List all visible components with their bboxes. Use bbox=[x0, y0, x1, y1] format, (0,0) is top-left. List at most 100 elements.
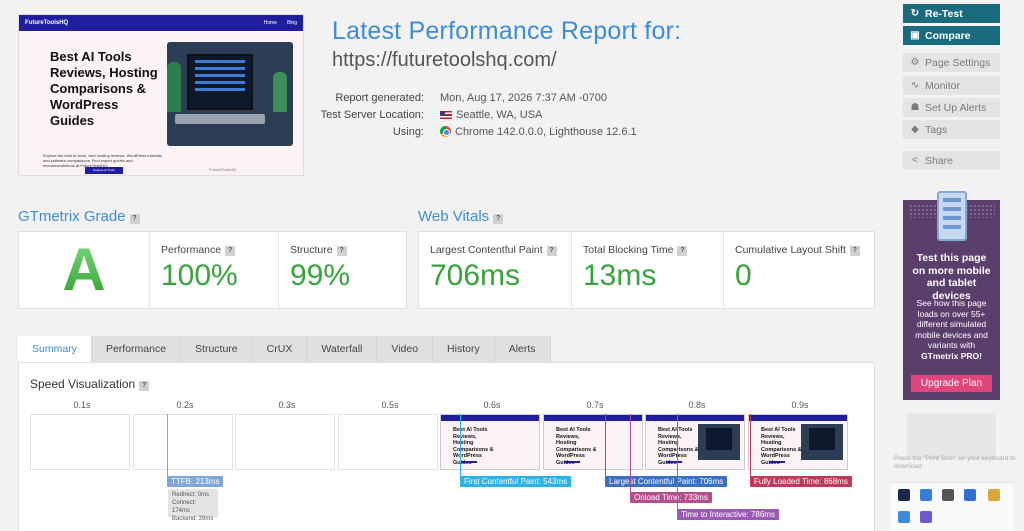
help-icon[interactable]: ? bbox=[336, 246, 347, 256]
tbt-value: 13ms bbox=[583, 259, 657, 292]
cls-label: Cumulative Layout Shift? bbox=[735, 244, 860, 256]
us-flag-icon bbox=[440, 111, 452, 119]
tab-structure[interactable]: Structure bbox=[181, 336, 253, 362]
performance-label-text: Performance bbox=[161, 244, 222, 256]
help-icon[interactable]: ? bbox=[677, 246, 688, 256]
filmstrip-frame-blank bbox=[338, 414, 438, 470]
retest-label: Re-Test bbox=[925, 7, 963, 20]
fully-loaded-marker-line bbox=[750, 414, 751, 478]
share-label: Share bbox=[925, 154, 954, 167]
performance-value: 100% bbox=[161, 259, 238, 292]
server-location-row: Test Server Location: Seattle, WA, USA bbox=[0, 109, 700, 123]
tab-video[interactable]: Video bbox=[377, 336, 434, 362]
thumbnail-nav-home: Home bbox=[263, 20, 277, 26]
meta-key: Using: bbox=[392, 126, 424, 138]
vitals-panel: Largest Contentful Paint? 706ms Total Bl… bbox=[418, 231, 875, 309]
promo-headline: Test this page on more mobile and tablet… bbox=[912, 252, 991, 302]
speed-visualization-title: Speed Visualization? bbox=[30, 377, 150, 391]
tag-icon: ◆ bbox=[911, 124, 919, 135]
chrome-icon[interactable] bbox=[988, 489, 1000, 501]
tab-summary[interactable]: Summary bbox=[18, 336, 92, 362]
help-icon[interactable]: ? bbox=[225, 246, 236, 256]
promo-body-text: See how this page loads on over 55+ diff… bbox=[915, 298, 988, 350]
filmstrip-frame: Best AI Tools Reviews, Hosting Compariso… bbox=[645, 414, 745, 470]
browser-value: Chrome 142.0.0.0, Lighthouse 12.6.1 bbox=[455, 126, 637, 138]
grade-section-title: GTmetrix Grade? bbox=[18, 208, 140, 225]
monitor-button[interactable]: ∿ Monitor bbox=[903, 76, 1000, 95]
cls-value: 0 bbox=[735, 259, 752, 292]
tab-alerts[interactable]: Alerts bbox=[494, 336, 551, 362]
cls-label-text: Cumulative Layout Shift bbox=[735, 244, 846, 256]
timeline-tick: 0.2s bbox=[176, 400, 194, 410]
fcp-marker-label: First Contentful Paint: 543ms bbox=[460, 476, 572, 487]
meta-value: Seattle, WA, USA bbox=[440, 109, 542, 121]
gear-icon: ⚙ bbox=[910, 57, 920, 68]
cls-cell: Cumulative Layout Shift? 0 bbox=[723, 232, 875, 308]
timeline-tick: 0.3s bbox=[278, 400, 296, 410]
structure-value: 99% bbox=[290, 259, 351, 292]
alerts-icon: ☗ bbox=[910, 102, 920, 113]
grade-letter-text: A bbox=[62, 236, 106, 303]
grade-panel: A Performance? 100% Structure? 99% bbox=[18, 231, 407, 309]
fully-loaded-marker-label: Fully Loaded Time: 868ms bbox=[750, 476, 852, 487]
upgrade-plan-button[interactable]: Upgrade Plan bbox=[911, 375, 992, 392]
laptop-illustration bbox=[698, 424, 740, 460]
meta-key: Report generated: bbox=[335, 92, 424, 104]
tab-performance[interactable]: Performance bbox=[91, 336, 182, 362]
tti-marker-label: Time to Interactive: 786ms bbox=[677, 509, 779, 520]
app-icon[interactable] bbox=[920, 511, 932, 523]
page-settings-button[interactable]: ⚙ Page Settings bbox=[903, 53, 1000, 72]
timeline-tick: 0.9s bbox=[791, 400, 809, 410]
app-icon[interactable] bbox=[964, 489, 976, 501]
tags-button[interactable]: ◆ Tags bbox=[903, 120, 1000, 139]
filmstrip-frame: Best AI Tools Reviews, Hosting Compariso… bbox=[543, 414, 643, 470]
structure-cell: Structure? 99% bbox=[278, 232, 407, 308]
chrome-icon bbox=[440, 126, 451, 137]
compare-button[interactable]: ▣ Compare bbox=[903, 26, 1000, 45]
tab-waterfall[interactable]: Waterfall bbox=[307, 336, 378, 362]
vitals-section-title: Web Vitals? bbox=[418, 208, 504, 225]
filmstrip-frame: Best AI Tools Reviews, Hosting Compariso… bbox=[440, 414, 540, 470]
tbt-cell: Total Blocking Time? 13ms bbox=[571, 232, 723, 308]
report-title: Latest Performance Report for: bbox=[332, 17, 682, 45]
help-icon[interactable]: ? bbox=[139, 381, 150, 391]
set-up-alerts-button[interactable]: ☗ Set Up Alerts bbox=[903, 98, 1000, 117]
retest-button[interactable]: ↻ Re-Test bbox=[903, 4, 1000, 23]
monitor-label: Monitor bbox=[925, 79, 961, 92]
ttfb-backend: Backend: 39ms bbox=[172, 516, 214, 522]
tab-crux[interactable]: CrUX bbox=[252, 336, 308, 362]
app-icon[interactable] bbox=[898, 489, 910, 501]
refresh-icon: ↻ bbox=[910, 8, 920, 19]
ttfb-marker-line bbox=[167, 414, 168, 478]
meta-value: Mon, Aug 17, 2026 7:37 AM -0700 bbox=[440, 92, 607, 104]
meta-key: Test Server Location: bbox=[320, 109, 424, 121]
taskbar-tray bbox=[890, 482, 1014, 531]
compare-icon: ▣ bbox=[910, 30, 920, 41]
pulse-icon: ∿ bbox=[910, 80, 920, 91]
report-tabs: Summary Performance Structure CrUX Water… bbox=[18, 336, 551, 362]
help-icon[interactable]: ? bbox=[493, 214, 504, 224]
ttfb-marker-label: TTFB: 213ms bbox=[167, 476, 224, 487]
timeline-tick: 0.6s bbox=[483, 400, 501, 410]
page-settings-label: Page Settings bbox=[925, 56, 991, 69]
help-icon[interactable]: ? bbox=[849, 246, 860, 256]
grade-title: GTmetrix Grade bbox=[18, 208, 126, 225]
help-icon[interactable]: ? bbox=[129, 214, 140, 224]
lcp-label: Largest Contentful Paint? bbox=[430, 244, 557, 256]
tab-history[interactable]: History bbox=[433, 336, 495, 362]
app-icon[interactable] bbox=[898, 511, 910, 523]
help-icon[interactable]: ? bbox=[546, 246, 557, 256]
print-screen-hint: Press the "Print Scrn" on your keyboard … bbox=[894, 455, 1016, 470]
laptop-illustration bbox=[801, 424, 843, 460]
timeline-tick: 0.5s bbox=[381, 400, 399, 410]
app-icon[interactable] bbox=[942, 489, 954, 501]
tags-label: Tags bbox=[925, 123, 948, 136]
share-icon: < bbox=[912, 155, 918, 166]
thumbnail-description: Explore the best AI tools, web hosting r… bbox=[43, 153, 163, 168]
share-button[interactable]: < Share bbox=[903, 151, 1000, 170]
compare-label: Compare bbox=[925, 29, 971, 42]
vitals-title: Web Vitals bbox=[418, 208, 490, 225]
app-icon[interactable] bbox=[920, 489, 932, 501]
thumbnail-logo: FutureToolsHQ bbox=[25, 20, 69, 26]
structure-label-text: Structure bbox=[290, 244, 333, 256]
